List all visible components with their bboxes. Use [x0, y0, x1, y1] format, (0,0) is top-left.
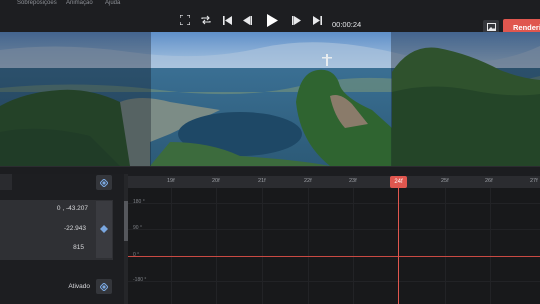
menu-item-help[interactable]: Ajuda [105, 0, 120, 7]
keyframe-toggle-button[interactable] [96, 221, 112, 236]
third-value[interactable]: 815 [60, 244, 84, 251]
enabled-keyframe-button[interactable] [96, 279, 112, 294]
timeline-ruler[interactable]: 19f 20f 21f 22f 23f 25f 26f 27f [128, 176, 540, 188]
step-back-icon[interactable] [241, 13, 253, 27]
y-axis-label: 180 ° [133, 199, 145, 205]
grid-line [128, 229, 540, 230]
menu-bar: s Sobreposições Animação Ajuda [0, 0, 540, 9]
frame-label: 19f [167, 178, 175, 184]
timecode-display: 00:00:24 [332, 20, 362, 29]
loop-icon[interactable] [199, 13, 213, 27]
playhead-frame-tag[interactable]: 24f [390, 176, 407, 188]
diamond-icon [100, 224, 108, 233]
frame-label: 20f [212, 178, 220, 184]
grid-line [353, 188, 354, 304]
grid-line [490, 188, 491, 304]
grid-line [445, 188, 446, 304]
position-value[interactable]: 0 , -43.207 [40, 205, 88, 212]
frame-label: 26f [485, 178, 493, 184]
skip-end-icon[interactable] [311, 13, 323, 27]
curve-graph-editor[interactable] [128, 188, 540, 304]
second-value[interactable]: -22.943 [48, 225, 86, 232]
menu-item-animation[interactable]: Animação [66, 0, 93, 7]
left-dim-overlay [0, 32, 151, 166]
menu-item-overlays[interactable]: Sobreposições [17, 0, 57, 7]
frame-label: 25f [441, 178, 449, 184]
y-axis-label: 90 ° [133, 225, 142, 231]
play-icon[interactable] [264, 13, 280, 27]
y-axis-label: 0 ° [133, 252, 140, 258]
frame-label: 27f [530, 178, 538, 184]
keyframe-icon [100, 178, 108, 187]
grid-line [262, 188, 263, 304]
right-dim-overlay [391, 32, 540, 166]
property-header [0, 174, 12, 190]
grid-line [216, 188, 217, 304]
frame-label: 21f [258, 178, 266, 184]
player-toolbar: 00:00:24 Renderizar [0, 9, 540, 36]
grid-line [128, 203, 540, 204]
step-forward-icon[interactable] [290, 13, 302, 27]
frame-label: 22f [304, 178, 312, 184]
frame-label: 23f [349, 178, 357, 184]
y-axis-label: -180 ° [133, 277, 147, 283]
enabled-label: Ativado [68, 283, 90, 290]
value-curve[interactable] [128, 256, 540, 257]
grid-line [171, 188, 172, 304]
grid-line [308, 188, 309, 304]
skip-start-icon[interactable] [221, 13, 233, 27]
keyframe-icon [100, 282, 108, 291]
fullscreen-icon[interactable] [179, 13, 191, 27]
add-keyframe-button[interactable] [96, 175, 112, 190]
video-preview[interactable] [0, 32, 540, 166]
playhead-line[interactable] [398, 188, 399, 304]
grid-line [128, 281, 540, 282]
